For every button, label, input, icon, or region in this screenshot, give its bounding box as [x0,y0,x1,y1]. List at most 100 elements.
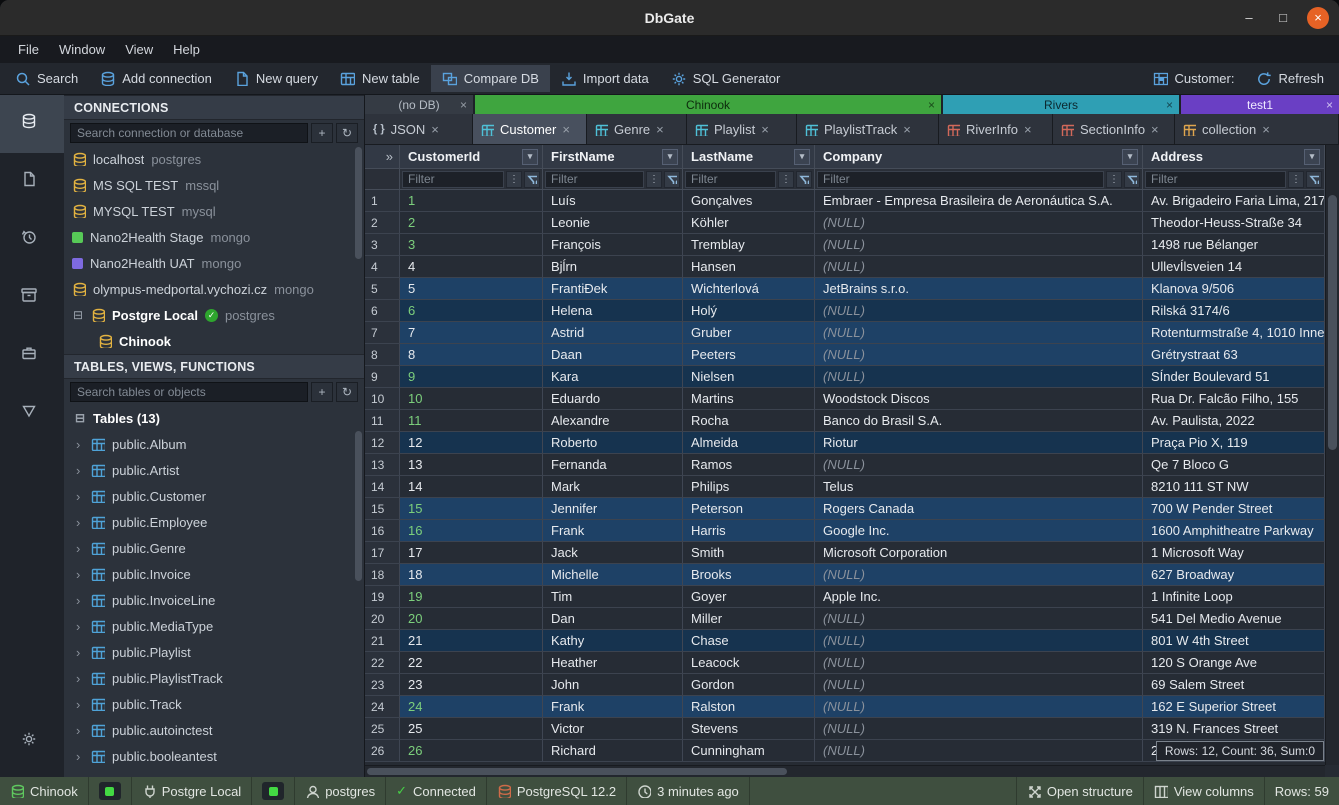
cell-customerid[interactable]: 20 [400,608,543,629]
row-number[interactable]: 11 [365,410,400,431]
cell-company[interactable]: (NULL) [815,234,1143,255]
compare-db-button[interactable]: Compare DB [431,65,550,92]
table-row[interactable]: 7 7 Astrid Gruber (NULL) Rotenturmstraße… [365,322,1325,344]
cell-customerid[interactable]: 5 [400,278,543,299]
row-number[interactable]: 21 [365,630,400,651]
cell-firstname[interactable]: Jennifer [543,498,683,519]
row-number[interactable]: 19 [365,586,400,607]
table-row[interactable]: 9 9 Kara Nielsen (NULL) SÍnder Boulevard… [365,366,1325,388]
filter-funnel-button[interactable] [524,171,540,188]
filter-input[interactable] [402,171,504,188]
cell-address[interactable]: 700 W Pender Street [1143,498,1325,519]
cell-lastname[interactable]: Brooks [683,564,815,585]
chevron-right-icon[interactable]: › [76,593,84,608]
cell-customerid[interactable]: 3 [400,234,543,255]
column-header[interactable]: FirstName ▾ [543,145,683,168]
cell-company[interactable]: (NULL) [815,630,1143,651]
cell-company[interactable]: Woodstock Discos [815,388,1143,409]
row-number[interactable]: 22 [365,652,400,673]
menu-item[interactable]: File [8,38,49,61]
cell-customerid[interactable]: 15 [400,498,543,519]
tab-close-icon[interactable]: × [1262,122,1270,137]
cell-lastname[interactable]: Peterson [683,498,815,519]
table-item[interactable]: › public.Customer [64,483,364,509]
filter-funnel-button[interactable] [1306,171,1322,188]
chevron-right-icon[interactable]: › [76,723,84,738]
cell-customerid[interactable]: 25 [400,718,543,739]
table-row[interactable]: 17 17 Jack Smith Microsoft Corporation 1… [365,542,1325,564]
filter-menu-button[interactable]: ⋮ [778,171,794,188]
refresh-connections-icon[interactable]: ↻ [336,123,358,143]
cell-lastname[interactable]: Leacock [683,652,815,673]
tab-group-close-icon[interactable]: × [928,98,935,112]
table-row[interactable]: 19 19 Tim Goyer Apple Inc. 1 Infinite Lo… [365,586,1325,608]
open-structure-button[interactable]: Open structure [1016,777,1143,805]
rail-settings-button[interactable] [0,713,64,771]
cell-customerid[interactable]: 8 [400,344,543,365]
database-item-chinook[interactable]: Chinook [64,328,364,354]
cell-address[interactable]: Theodor-Heuss-Straße 34 [1143,212,1325,233]
row-number[interactable]: 20 [365,608,400,629]
cell-lastname[interactable]: Almeida [683,432,815,453]
document-tab[interactable]: { } PlaylistTrack × [797,114,939,144]
cell-lastname[interactable]: Gruber [683,322,815,343]
connection-item[interactable]: ⊟ MS SQL TEST ✓ mssql [64,172,364,198]
tab-group[interactable]: Rivers × [943,95,1179,114]
maximize-button[interactable]: □ [1273,10,1293,25]
cell-address[interactable]: Av. Brigadeiro Faria Lima, 2170 [1143,190,1325,211]
table-row[interactable]: 15 15 Jennifer Peterson Rogers Canada 70… [365,498,1325,520]
cell-lastname[interactable]: Martins [683,388,815,409]
cell-lastname[interactable]: Harris [683,520,815,541]
table-item[interactable]: › public.Artist [64,457,364,483]
cell-firstname[interactable]: Alexandre [543,410,683,431]
table-item[interactable]: › public.PlaylistTrack [64,665,364,691]
connections-search-input[interactable] [70,123,308,143]
table-row[interactable]: 14 14 Mark Philips Telus 8210 111 ST NW [365,476,1325,498]
row-number[interactable]: 26 [365,740,400,761]
connection-item[interactable]: ⊟ Nano2Health UAT ✓ mongo [64,250,364,276]
cell-lastname[interactable]: Cunningham [683,740,815,761]
cell-company[interactable]: Apple Inc. [815,586,1143,607]
row-number[interactable]: 2 [365,212,400,233]
row-number[interactable]: 25 [365,718,400,739]
cell-company[interactable]: Embraer - Empresa Brasileira de Aeronáut… [815,190,1143,211]
column-dropdown-button[interactable]: ▾ [1122,149,1138,165]
chevron-right-icon[interactable]: › [76,437,84,452]
cell-customerid[interactable]: 11 [400,410,543,431]
row-number[interactable]: 8 [365,344,400,365]
table-item[interactable]: › public.Employee [64,509,364,535]
cell-firstname[interactable]: Luís [543,190,683,211]
column-header[interactable]: LastName ▾ [683,145,815,168]
minimize-button[interactable]: – [1239,10,1259,25]
cell-address[interactable]: 1600 Amphitheatre Parkway [1143,520,1325,541]
column-header[interactable]: CustomerId ▾ [400,145,543,168]
tab-group-close-icon[interactable]: × [1326,98,1333,112]
chevron-right-icon[interactable]: › [76,619,84,634]
filter-input[interactable] [685,171,776,188]
cell-address[interactable]: 162 E Superior Street [1143,696,1325,717]
cell-customerid[interactable]: 10 [400,388,543,409]
tab-group-close-icon[interactable]: × [460,98,467,112]
cell-address[interactable]: 69 Salem Street [1143,674,1325,695]
column-header[interactable]: Address ▾ [1143,145,1325,168]
cell-company[interactable]: Rogers Canada [815,498,1143,519]
table-row[interactable]: 8 8 Daan Peeters (NULL) Grétrystraat 63 [365,344,1325,366]
table-row[interactable]: 20 20 Dan Miller (NULL) 541 Del Medio Av… [365,608,1325,630]
vertical-scrollbar-thumb[interactable] [1328,195,1337,450]
cell-firstname[interactable]: John [543,674,683,695]
filter-menu-button[interactable]: ⋮ [646,171,662,188]
cell-address[interactable]: Grétrystraat 63 [1143,344,1325,365]
cell-customerid[interactable]: 1 [400,190,543,211]
cell-customerid[interactable]: 4 [400,256,543,277]
filter-input[interactable] [545,171,644,188]
vertical-scrollbar[interactable] [1325,145,1339,765]
cell-address[interactable]: Qe 7 Bloco G [1143,454,1325,475]
table-item[interactable]: › public.booleantest [64,743,364,769]
row-number[interactable]: 14 [365,476,400,497]
cell-firstname[interactable]: Bjĺrn [543,256,683,277]
table-row[interactable]: 13 13 Fernanda Ramos (NULL) Qe 7 Bloco G [365,454,1325,476]
tab-group[interactable]: Chinook × [475,95,941,114]
cell-company[interactable]: (NULL) [815,718,1143,739]
connection-item[interactable]: ⊟ Postgre Local ✓ postgres [64,302,364,328]
cell-customerid[interactable]: 18 [400,564,543,585]
